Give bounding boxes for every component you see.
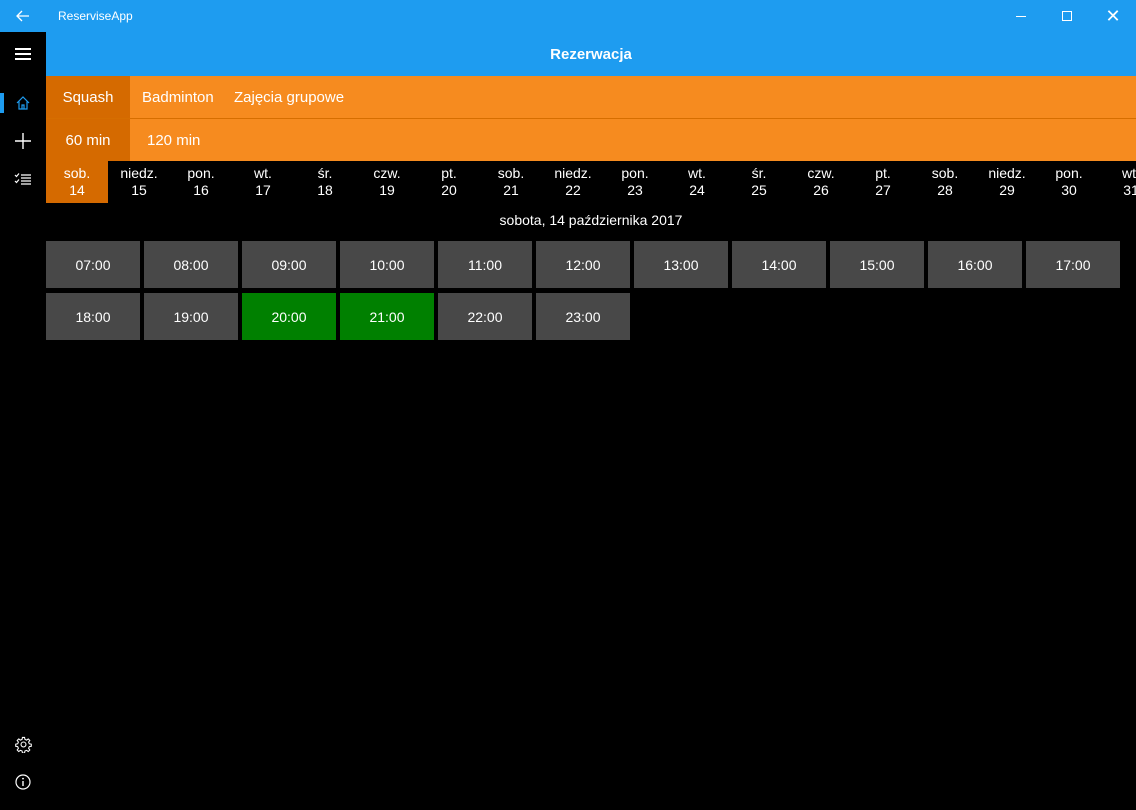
- time-slot[interactable]: 19:00: [144, 293, 238, 340]
- duration-tabs: 60 min 120 min: [46, 119, 1136, 161]
- minimize-icon: [1016, 15, 1026, 17]
- day-item[interactable]: śr. 25: [728, 161, 790, 203]
- tab-group-classes[interactable]: Zajęcia grupowe: [230, 76, 344, 118]
- day-picker: sob. 14 niedz. 15 pon. 16 wt. 17 śr. 18 czw. 1…: [46, 161, 1136, 203]
- nav-item-reservations[interactable]: [0, 159, 46, 199]
- day-item[interactable]: czw. 26: [790, 161, 852, 203]
- time-slot[interactable]: 17:00: [1026, 241, 1120, 288]
- active-indicator: [0, 93, 4, 113]
- close-icon: ✕: [1105, 6, 1121, 26]
- tab-squash[interactable]: Squash: [46, 76, 130, 118]
- time-slot[interactable]: 22:00: [438, 293, 532, 340]
- maximize-icon: [1062, 11, 1072, 21]
- title-bar: ReserviseApp ✕: [0, 0, 1136, 32]
- gear-icon: [14, 736, 32, 753]
- time-slot[interactable]: 14:00: [732, 241, 826, 288]
- day-item[interactable]: sob. 28: [914, 161, 976, 203]
- tab-label: 60 min: [65, 131, 111, 149]
- time-slot[interactable]: 08:00: [144, 241, 238, 288]
- time-slot[interactable]: 13:00: [634, 241, 728, 288]
- menu-toggle-button[interactable]: [0, 34, 46, 74]
- page-header: Rezerwacja: [46, 32, 1136, 76]
- time-slot[interactable]: 07:00: [46, 241, 140, 288]
- back-button[interactable]: [0, 0, 46, 32]
- hamburger-icon: [15, 48, 31, 60]
- minimize-button[interactable]: [998, 0, 1044, 32]
- plus-icon: [15, 133, 31, 149]
- info-icon: [15, 774, 31, 790]
- checklist-icon: [14, 173, 31, 185]
- tab-label: Zajęcia grupowe: [234, 88, 345, 106]
- day-item[interactable]: wt. 17: [232, 161, 294, 203]
- home-icon: [16, 96, 30, 110]
- back-arrow-icon: [16, 10, 29, 22]
- day-item[interactable]: niedz. 15: [108, 161, 170, 203]
- sport-tabs: Squash Badminton Zajęcia grupowe: [46, 76, 1136, 118]
- day-item[interactable]: sob. 14: [46, 161, 108, 203]
- page-title: Rezerwacja: [550, 45, 632, 63]
- nav-item-home[interactable]: [0, 83, 46, 123]
- day-item[interactable]: niedz. 22: [542, 161, 604, 203]
- time-slot[interactable]: 15:00: [830, 241, 924, 288]
- time-slot-booked[interactable]: 21:00: [340, 293, 434, 340]
- tab-label: Badminton: [142, 88, 214, 106]
- day-item[interactable]: pon. 23: [604, 161, 666, 203]
- maximize-button[interactable]: [1044, 0, 1090, 32]
- close-button[interactable]: ✕: [1090, 0, 1136, 32]
- day-item[interactable]: wt. 24: [666, 161, 728, 203]
- window-controls: ✕: [998, 0, 1136, 32]
- time-slot[interactable]: 09:00: [242, 241, 336, 288]
- day-item[interactable]: czw. 19: [356, 161, 418, 203]
- tab-120-min[interactable]: 120 min: [130, 119, 200, 161]
- day-item[interactable]: wt.31: [1100, 161, 1136, 203]
- time-slot[interactable]: 23:00: [536, 293, 630, 340]
- time-slot-booked[interactable]: 20:00: [242, 293, 336, 340]
- nav-item-info[interactable]: [0, 762, 46, 802]
- day-item[interactable]: pt. 20: [418, 161, 480, 203]
- day-item[interactable]: sob. 21: [480, 161, 542, 203]
- day-item[interactable]: śr. 18: [294, 161, 356, 203]
- tab-label: 120 min: [147, 131, 201, 149]
- window-title: ReserviseApp: [58, 9, 133, 23]
- nav-pane: [0, 32, 46, 810]
- time-slot[interactable]: 12:00: [536, 241, 630, 288]
- tab-60-min[interactable]: 60 min: [46, 119, 130, 161]
- tab-badminton[interactable]: Badminton: [130, 76, 230, 118]
- nav-item-settings[interactable]: [0, 724, 46, 764]
- tab-label: Squash: [62, 88, 114, 106]
- time-slot[interactable]: 16:00: [928, 241, 1022, 288]
- day-item[interactable]: pon. 30: [1038, 161, 1100, 203]
- day-item[interactable]: niedz. 29: [976, 161, 1038, 203]
- day-item[interactable]: pon. 16: [170, 161, 232, 203]
- time-slot[interactable]: 11:00: [438, 241, 532, 288]
- time-slot[interactable]: 10:00: [340, 241, 434, 288]
- day-item[interactable]: pt. 27: [852, 161, 914, 203]
- time-slot[interactable]: 18:00: [46, 293, 140, 340]
- nav-item-add[interactable]: [0, 121, 46, 161]
- selected-date: sobota, 14 października 2017: [499, 212, 683, 228]
